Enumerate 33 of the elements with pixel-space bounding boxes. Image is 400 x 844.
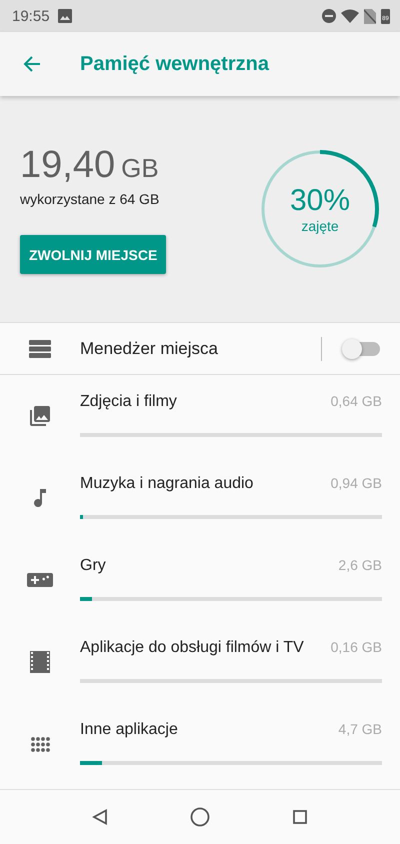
storage-manager-label: Menedżer miejsca (80, 338, 219, 358)
do-not-disturb-icon (322, 9, 336, 23)
category-size: 0,16 GB (330, 639, 382, 655)
free-up-space-button[interactable]: ZWOLNIJ MIEJSCE (20, 235, 166, 274)
status-time: 19:55 (12, 8, 50, 24)
page-title: Pamięć wewnętrzna (80, 52, 269, 76)
category-title[interactable]: Gry (80, 557, 332, 575)
used-storage-caption: wykorzystane z 64 GB (20, 191, 160, 207)
film-strip-icon (30, 651, 50, 673)
back-arrow-icon (23, 55, 41, 73)
image-notification-icon (58, 9, 72, 23)
category-title[interactable]: Zdjęcia i filmy (80, 393, 325, 411)
wifi-icon (341, 9, 359, 23)
category-title[interactable]: Aplikacje do obsługi filmów i TV (80, 639, 325, 657)
photo-library-icon (28, 404, 52, 428)
app-grid-icon (30, 736, 50, 752)
triangle-back-icon (92, 809, 108, 825)
gamepad-icon (27, 573, 53, 587)
category-size: 2,6 GB (338, 557, 382, 573)
no-sim-icon (364, 8, 376, 24)
category-size: 4,7 GB (338, 721, 382, 737)
used-storage-unit: GB (121, 153, 159, 184)
category-title[interactable]: Muzyka i nagrania audio (80, 475, 325, 493)
square-recents-icon (293, 810, 307, 824)
usage-percent: 30% (290, 184, 350, 218)
storage-list-icon (29, 340, 51, 358)
category-title[interactable]: Inne aplikacje (80, 721, 332, 739)
usage-caption: zajęte (301, 218, 339, 234)
storage-manager-switch[interactable] (342, 338, 382, 358)
category-size: 0,94 GB (330, 475, 382, 491)
category-size: 0,64 GB (330, 393, 382, 409)
circle-home-icon (190, 807, 210, 827)
used-storage-value: 19,40 (20, 144, 116, 187)
